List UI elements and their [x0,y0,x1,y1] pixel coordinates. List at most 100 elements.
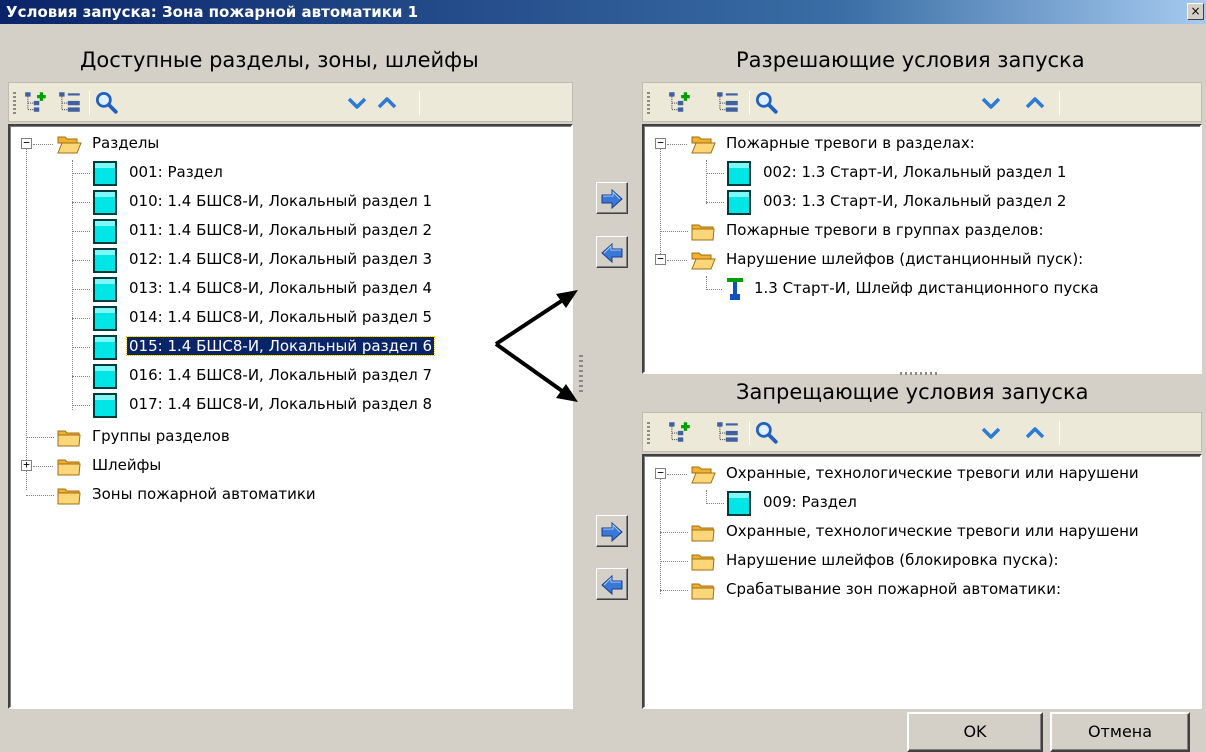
tree-node-loop-block[interactable]: Нарушение шлейфов (блокировка пуска): [644,547,1200,576]
vertical-splitter[interactable] [579,355,583,395]
chevron-up-icon[interactable] [1023,421,1047,445]
tree-node-razdely[interactable]: − Разделы [10,130,570,159]
toolbar-separator [749,91,750,115]
tree-guide [706,289,722,290]
chevron-up-icon[interactable] [1023,91,1047,115]
toolbar-grip[interactable] [647,92,650,114]
tree-node-section-selected[interactable]: 015: 1.4 БШС8-И, Локальный раздел 6 [10,333,570,362]
collapse-icon[interactable]: − [655,467,666,479]
section-icon [726,160,752,187]
tree-node-section[interactable]: 012: 1.4 БШС8-И, Локальный раздел 3 [10,246,570,275]
tree-node-section[interactable]: 002: 1.3 Старт-И, Локальный раздел 1 [644,159,1200,188]
arrow-right-icon [600,520,624,544]
tree-node-loop-remote[interactable]: − Нарушение шлейфов (дистанционный пуск)… [644,246,1200,275]
available-toolbar [8,82,573,122]
window-title-bar[interactable]: Условия запуска: Зона пожарной автоматик… [0,0,1206,24]
section-icon [92,363,118,390]
loop-icon [722,276,748,303]
arrow-left-icon [600,241,624,265]
add-permit-button[interactable] [596,182,628,214]
tree-collapse-icon[interactable] [715,419,741,445]
folder-open-icon [56,133,82,155]
tree-node-loop[interactable]: 1.3 Старт-И, Шлейф дистанционного пуска [644,275,1200,304]
tree-node-groups[interactable]: Группы разделов [10,423,570,452]
tree-collapse-icon[interactable] [715,89,741,115]
horizontal-splitter[interactable] [900,372,940,375]
tree-node-label: 001: Раздел [129,163,223,181]
section-icon [92,334,118,361]
chevron-down-icon[interactable] [345,91,369,115]
search-icon[interactable] [753,419,779,445]
toolbar-grip[interactable] [13,92,16,114]
tree-node-label: Разделы [92,134,160,152]
tree-guide [706,202,724,203]
tree-node-section[interactable]: 016: 1.4 БШС8-И, Локальный раздел 7 [10,362,570,391]
tree-node-section[interactable]: 009: Раздел [644,489,1200,518]
tree-node-security1[interactable]: − Охранные, технологические тревоги или … [644,460,1200,489]
tree-node-label: 010: 1.4 БШС8-И, Локальный раздел 1 [129,192,433,210]
tree-node-section[interactable]: 013: 1.4 БШС8-И, Локальный раздел 4 [10,275,570,304]
forbid-tree[interactable]: − Охранные, технологические тревоги или … [642,454,1202,709]
tree-node-label: 011: 1.4 БШС8-И, Локальный раздел 2 [129,221,433,239]
tree-node-section[interactable]: 011: 1.4 БШС8-И, Локальный раздел 2 [10,217,570,246]
tree-node-section[interactable]: 017: 1.4 БШС8-И, Локальный раздел 8 [10,391,570,420]
permit-search-input[interactable] [783,91,963,115]
close-button[interactable]: × [1187,3,1204,20]
tree-node-label: Охранные, технологические тревоги или на… [726,522,1139,540]
tree-node-label: 014: 1.4 БШС8-И, Локальный раздел 5 [129,308,433,326]
tree-collapse-icon[interactable] [57,89,83,115]
tree-node-label: 015: 1.4 БШС8-И, Локальный раздел 6 [125,336,436,356]
tree-guide [33,144,53,145]
tree-node-security2[interactable]: Охранные, технологические тревоги или на… [644,518,1200,547]
collapse-icon[interactable]: − [655,137,666,149]
chevron-up-icon[interactable] [375,91,399,115]
tree-guide [72,318,90,319]
tree-add-icon[interactable] [667,419,693,445]
toolbar-grip[interactable] [647,422,650,444]
chevron-down-icon[interactable] [979,91,1003,115]
tree-node-label: 009: Раздел [763,493,857,511]
tree-guide [33,466,53,467]
tree-node-zones[interactable]: Зоны пожарной автоматики [10,481,570,510]
tree-guide [660,231,688,232]
tree-node-fire-groups[interactable]: Пожарные тревоги в группах разделов: [644,217,1200,246]
tree-guide [706,503,724,504]
permit-tree[interactable]: − Пожарные тревоги в разделах: 002: 1.3 … [642,124,1202,374]
forbid-toolbar [642,412,1202,452]
arrow-left-icon [600,573,624,597]
tree-add-icon[interactable] [667,89,693,115]
tree-node-section[interactable]: 001: Раздел [10,159,570,188]
collapse-icon[interactable]: − [21,137,32,149]
tree-node-loops[interactable]: + Шлейфы [10,452,570,481]
chevron-down-icon[interactable] [979,421,1003,445]
tree-node-section[interactable]: 014: 1.4 БШС8-И, Локальный раздел 5 [10,304,570,333]
tree-node-label: Нарушение шлейфов (блокировка пуска): [726,551,1059,569]
tree-node-label: Пожарные тревоги в группах разделов: [726,221,1044,239]
available-search-input[interactable] [123,91,323,115]
arrow-head-up [556,290,578,308]
annotation-arrows [494,290,578,402]
collapse-icon[interactable]: − [655,253,666,265]
search-icon[interactable] [753,89,779,115]
tree-node-label: Группы разделов [92,427,230,445]
remove-permit-button[interactable] [596,236,628,268]
search-icon[interactable] [93,89,119,115]
available-tree[interactable]: − Разделы 001: Раздел 010: 1.4 БШС8-И, Л… [8,124,573,709]
tree-node-section[interactable]: 010: 1.4 БШС8-И, Локальный раздел 1 [10,188,570,217]
add-forbid-button[interactable] [596,515,628,547]
tree-guide [72,376,90,377]
tree-guide [667,474,687,475]
tree-node-label: Нарушение шлейфов (дистанционный пуск): [726,250,1084,268]
tree-node-fire-alarms[interactable]: − Пожарные тревоги в разделах: [644,130,1200,159]
tree-node-zones-trigger[interactable]: Срабатывание зон пожарной автоматики: [644,576,1200,605]
tree-node-section[interactable]: 003: 1.3 Старт-И, Локальный раздел 2 [644,188,1200,217]
toolbar-separator [419,91,420,115]
ok-button[interactable]: OK [907,712,1043,752]
cancel-button[interactable]: Отмена [1050,712,1190,752]
remove-forbid-button[interactable] [596,568,628,600]
tree-guide [26,495,54,496]
forbid-search-input[interactable] [783,421,963,445]
available-heading: Доступные разделы, зоны, шлейфы [80,48,479,72]
tree-add-icon[interactable] [23,89,49,115]
expand-icon[interactable]: + [21,459,32,471]
